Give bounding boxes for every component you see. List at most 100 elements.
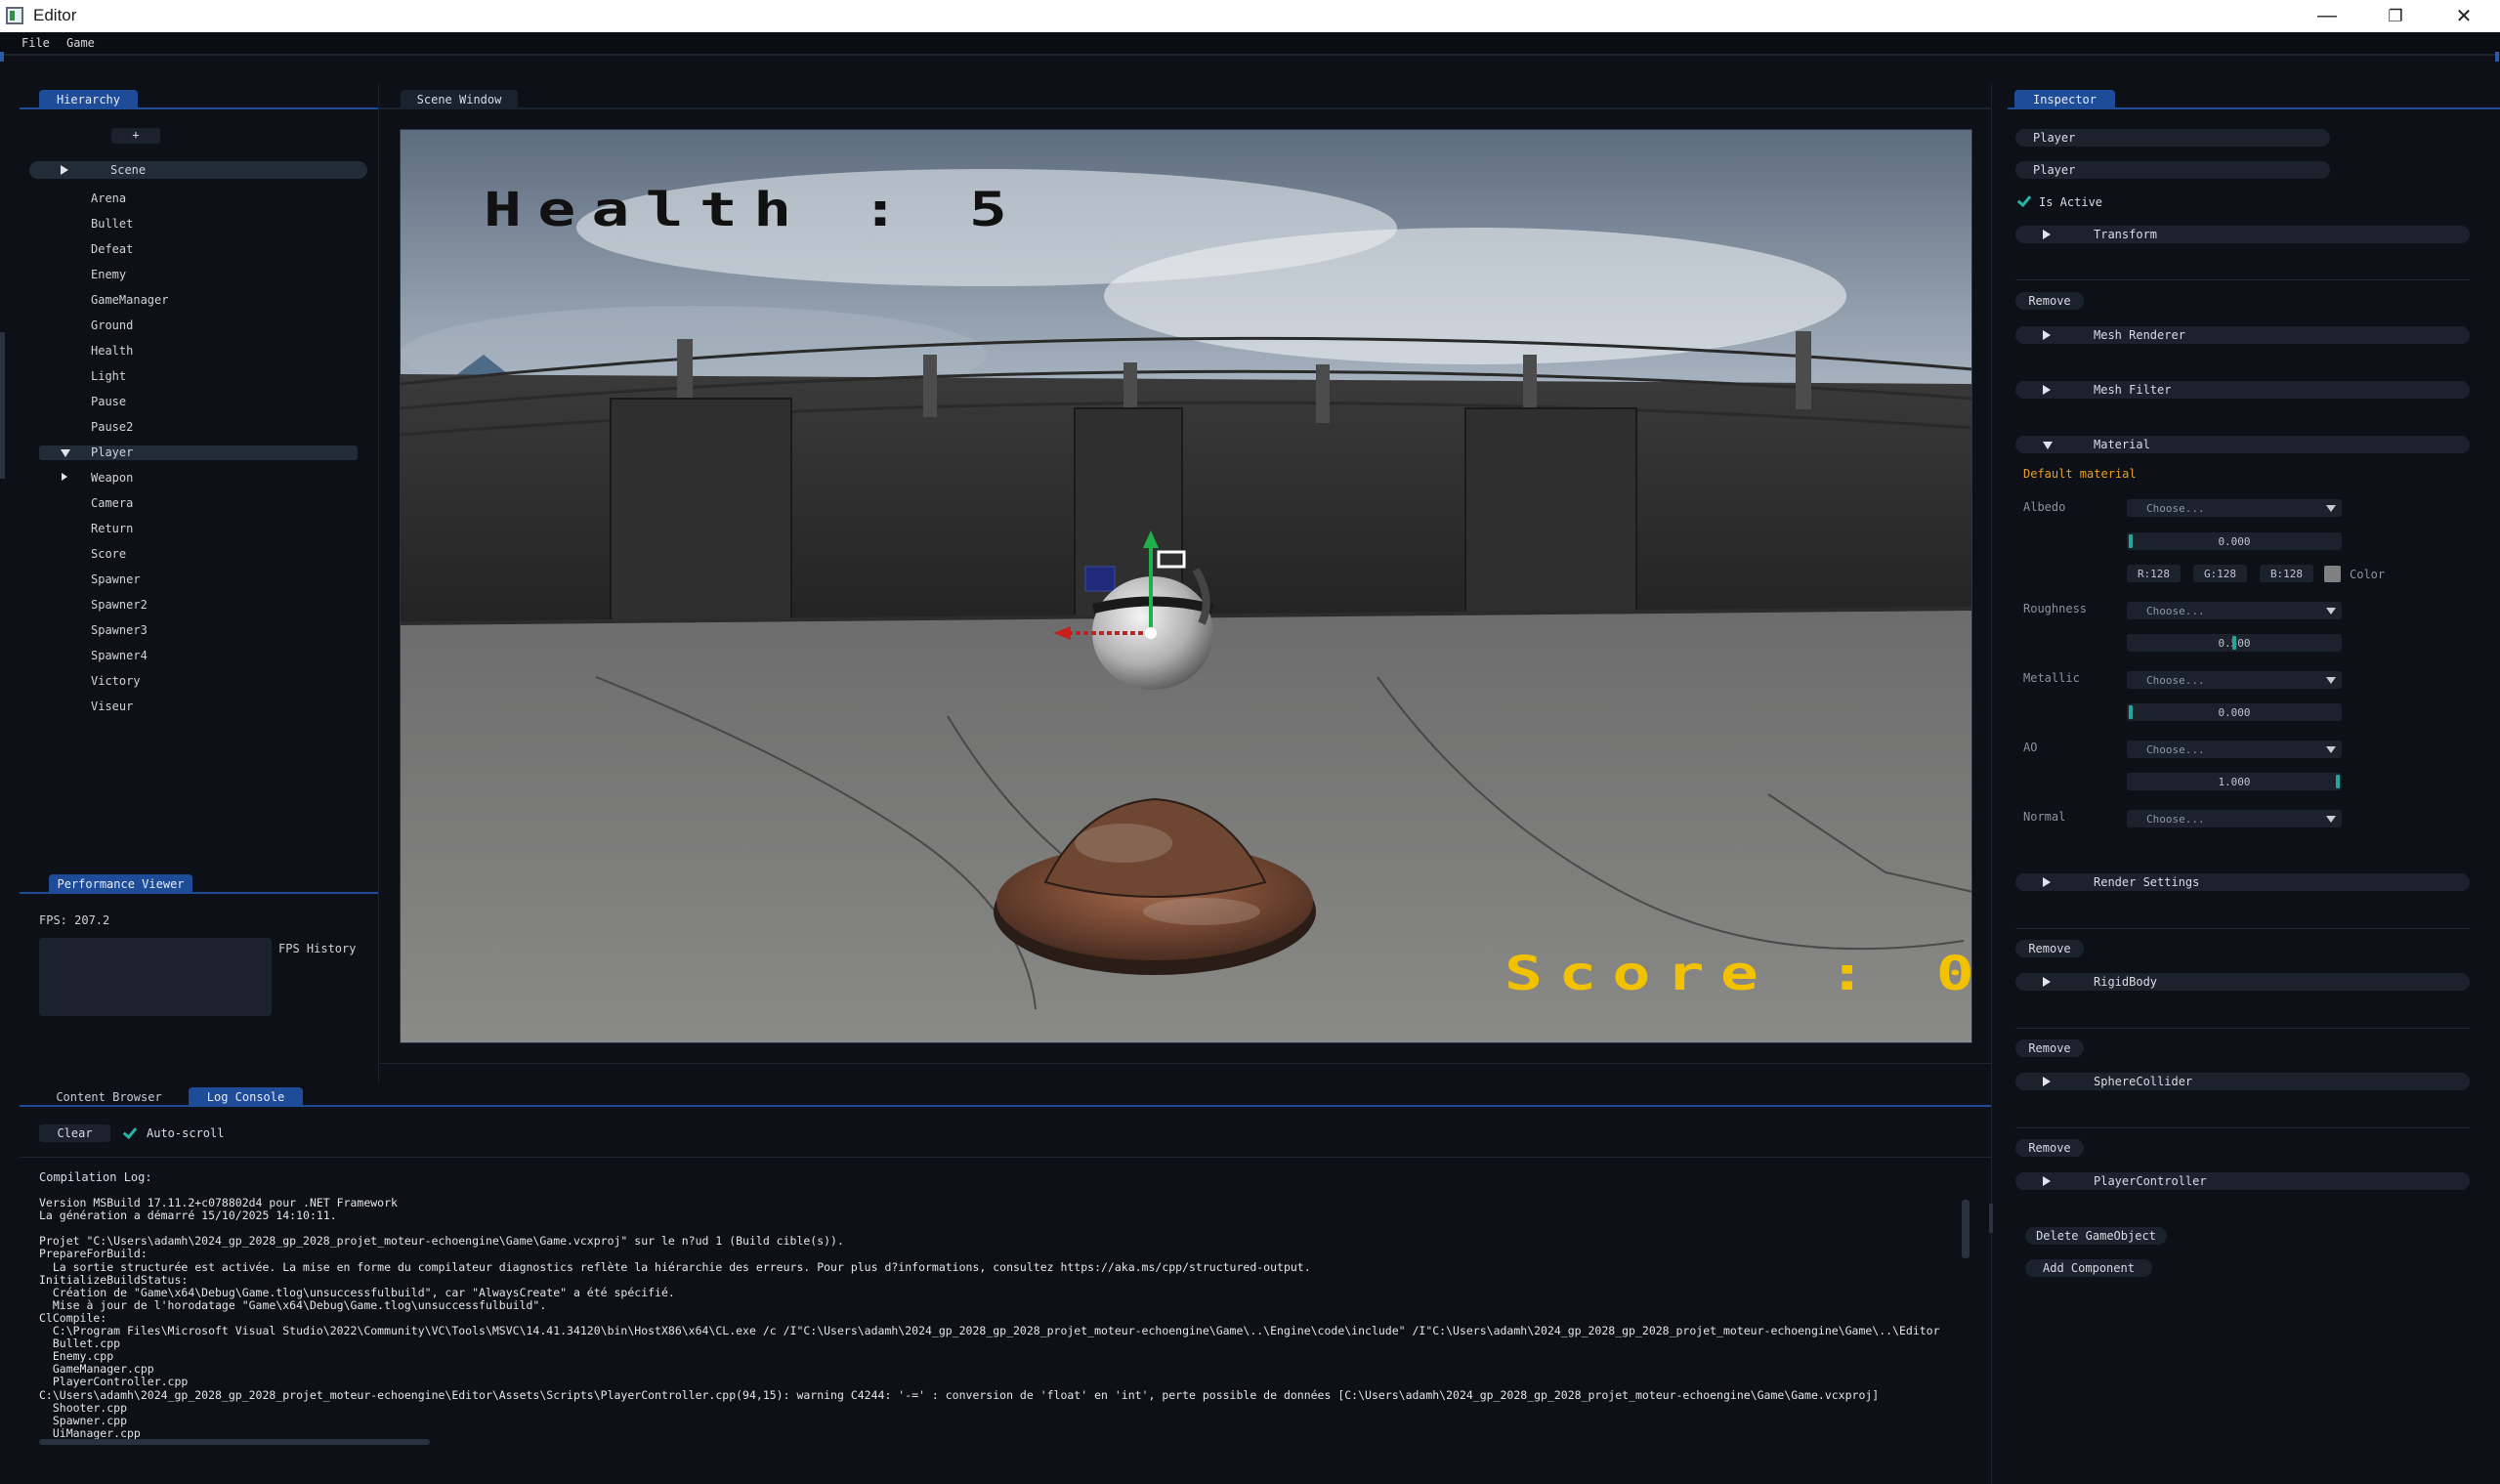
albedo-b-field[interactable]: B:128 <box>2260 565 2313 582</box>
roughness-texture-select[interactable]: Choose... <box>2127 602 2342 619</box>
delete-gameobject-button[interactable]: Delete GameObject <box>2025 1227 2167 1245</box>
log-line: GameManager.cpp <box>39 1362 154 1377</box>
selected-row-highlight <box>39 445 358 460</box>
expand-arrow-icon[interactable] <box>2043 977 2051 987</box>
menu-file[interactable]: File <box>21 36 50 50</box>
hierarchy-item-bullet[interactable]: Bullet <box>91 217 133 231</box>
hierarchy-item-pause2[interactable]: Pause2 <box>91 420 133 434</box>
spherecollider-header[interactable] <box>2015 1073 2470 1090</box>
inspector-panel: Inspector Player Player Is Active Transf… <box>1992 84 2500 1484</box>
hierarchy-item-enemy[interactable]: Enemy <box>91 268 126 281</box>
restore-button[interactable]: ❐ <box>2361 0 2430 32</box>
albedo-slider[interactable]: 0.000 <box>2127 532 2342 550</box>
albedo-r-field[interactable]: R:128 <box>2127 565 2181 582</box>
tab-hierarchy[interactable]: Hierarchy <box>39 90 138 108</box>
albedo-label: Albedo <box>2023 500 2066 514</box>
player-collapse-icon[interactable] <box>61 449 70 457</box>
tab-inspector[interactable]: Inspector <box>2014 90 2115 108</box>
hierarchy-item-weapon[interactable]: Weapon <box>91 471 133 485</box>
menu-bar: File Game <box>0 32 2500 54</box>
auto-scroll-checkbox[interactable] <box>123 1125 137 1139</box>
expand-arrow-icon[interactable] <box>61 165 68 175</box>
weapon-expand-icon[interactable] <box>62 473 67 481</box>
metallic-texture-select[interactable]: Choose... <box>2127 671 2342 689</box>
hierarchy-item-ground[interactable]: Ground <box>91 318 133 332</box>
hierarchy-item-light[interactable]: Light <box>91 369 126 383</box>
expand-arrow-icon[interactable] <box>2043 1077 2051 1086</box>
mesh-filter-header[interactable] <box>2015 381 2470 399</box>
hierarchy-item-camera[interactable]: Camera <box>91 496 133 510</box>
metallic-label: Metallic <box>2023 671 2080 685</box>
remove-button[interactable]: Remove <box>2015 1039 2084 1057</box>
transform-header[interactable] <box>2015 226 2470 243</box>
hierarchy-item-health[interactable]: Health <box>91 344 133 358</box>
panel-resize-handle[interactable] <box>1989 1204 1993 1233</box>
object-name-field[interactable]: Player <box>2033 131 2075 145</box>
mesh-renderer-header[interactable] <box>2015 326 2470 344</box>
tab-scene-window[interactable]: Scene Window <box>401 90 518 108</box>
expand-arrow-icon[interactable] <box>2043 330 2051 340</box>
albedo-g-field[interactable]: G:128 <box>2193 565 2247 582</box>
log-line: Spawner.cpp <box>39 1413 128 1427</box>
scene-viewport[interactable]: Health : 5 Score : 0 <box>400 129 1972 1043</box>
material-header[interactable] <box>2015 436 2470 453</box>
add-object-button[interactable]: + <box>111 128 160 144</box>
hierarchy-item-pause[interactable]: Pause <box>91 395 126 408</box>
hierarchy-item-viseur[interactable]: Viseur <box>91 700 133 713</box>
collapse-arrow-icon[interactable] <box>2043 442 2053 449</box>
tab-underline <box>20 892 378 894</box>
tab-underline <box>379 107 1991 109</box>
add-component-button[interactable]: Add Component <box>2025 1259 2152 1277</box>
hierarchy-item-score[interactable]: Score <box>91 547 126 561</box>
color-label: Color <box>2350 568 2386 581</box>
remove-button[interactable]: Remove <box>2015 292 2084 310</box>
hierarchy-item-return[interactable]: Return <box>91 522 133 535</box>
hierarchy-item-spawner[interactable]: Spawner <box>91 572 141 586</box>
hierarchy-item-spawner4[interactable]: Spawner4 <box>91 649 148 662</box>
hierarchy-item-spawner2[interactable]: Spawner2 <box>91 598 148 612</box>
is-active-checkbox[interactable] <box>2017 193 2031 207</box>
color-swatch[interactable] <box>2324 566 2341 582</box>
divider <box>379 1063 1991 1064</box>
hierarchy-item-spawner3[interactable]: Spawner3 <box>91 623 148 637</box>
render-settings-header[interactable] <box>2015 873 2470 891</box>
hierarchy-item-arena[interactable]: Arena <box>91 191 126 205</box>
render-settings-label: Render Settings <box>2094 875 2200 889</box>
metallic-slider[interactable]: 0.000 <box>2127 703 2342 721</box>
albedo-texture-select[interactable]: Choose... <box>2127 499 2342 517</box>
remove-button[interactable]: Remove <box>2015 1139 2084 1157</box>
expand-arrow-icon[interactable] <box>2043 230 2051 239</box>
app-icon <box>6 7 23 24</box>
tab-content-browser[interactable]: Content Browser <box>43 1087 175 1106</box>
roughness-slider[interactable]: 0.500 <box>2127 634 2342 652</box>
menu-game[interactable]: Game <box>66 36 95 50</box>
log-vertical-scrollbar[interactable] <box>1962 1200 1970 1258</box>
hierarchy-item-player[interactable]: Player <box>91 445 133 459</box>
expand-arrow-icon[interactable] <box>2043 385 2051 395</box>
close-button[interactable]: ✕ <box>2430 0 2498 32</box>
object-tag-field[interactable]: Player <box>2033 163 2075 177</box>
hierarchy-item-defeat[interactable]: Defeat <box>91 242 133 256</box>
tab-log-console[interactable]: Log Console <box>189 1087 303 1106</box>
tab-performance[interactable]: Performance Viewer <box>49 874 192 893</box>
is-active-label: Is Active <box>2039 195 2103 209</box>
expand-arrow-icon[interactable] <box>2043 877 2051 887</box>
playercontroller-header[interactable] <box>2015 1172 2470 1190</box>
minimize-button[interactable]: — <box>2293 0 2361 32</box>
expand-arrow-icon[interactable] <box>2043 1176 2051 1186</box>
log-line: Création de "Game\x64\Debug\Game.tlog\un… <box>39 1285 675 1299</box>
clear-button[interactable]: Clear <box>39 1124 110 1142</box>
ao-texture-select[interactable]: Choose... <box>2127 741 2342 758</box>
rigidbody-header[interactable] <box>2015 973 2470 991</box>
ao-slider[interactable]: 1.000 <box>2127 773 2342 790</box>
dock-marker <box>0 52 4 62</box>
log-horizontal-scrollbar[interactable] <box>39 1439 430 1445</box>
hierarchy-item-gamemanager[interactable]: GameManager <box>91 293 168 307</box>
remove-button[interactable]: Remove <box>2015 940 2084 957</box>
normal-texture-select[interactable]: Choose... <box>2127 810 2342 827</box>
log-output[interactable]: Version MSBuild 17.11.2+c078802d4 pour .… <box>20 1196 1975 1474</box>
left-edge-scrollbar[interactable] <box>0 332 5 479</box>
spherecollider-label: SphereCollider <box>2094 1075 2193 1088</box>
hierarchy-item-victory[interactable]: Victory <box>91 674 141 688</box>
scene-row[interactable] <box>29 161 367 179</box>
